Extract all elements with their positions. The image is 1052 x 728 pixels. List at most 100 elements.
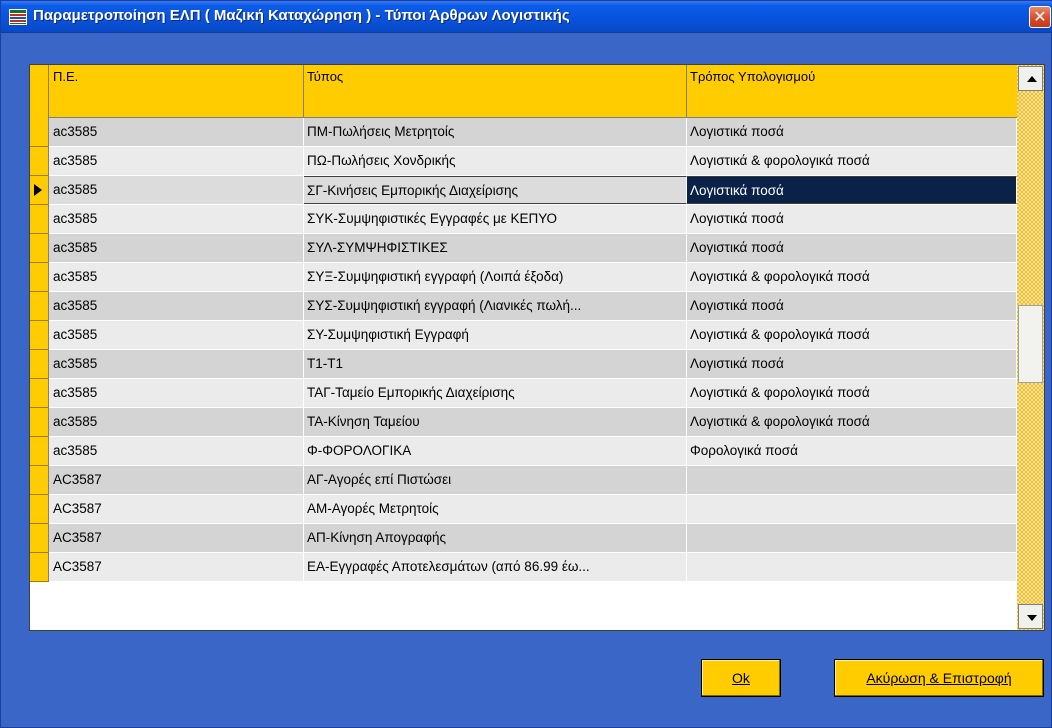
arrow-down-icon (1027, 615, 1037, 621)
cell-pe[interactable]: ac3585 (50, 205, 304, 233)
cell-calc-method[interactable]: Φορολογικά ποσά (687, 437, 1017, 465)
table-row[interactable]: ac3585 Τ1-Τ1 Λογιστικά ποσά (30, 350, 1017, 379)
cell-type[interactable]: ΤΑ-Κίνηση Ταμείου (304, 408, 687, 436)
ok-button-label: Ok (732, 670, 750, 686)
cell-calc-method[interactable] (687, 553, 1017, 581)
cell-calc-method[interactable]: Λογιστικά & φορολογικά ποσά (687, 408, 1017, 436)
row-indicator[interactable] (30, 379, 49, 408)
grid-header: Π.Ε. Τύπος Τρόπος Υπολογισμού (30, 65, 1017, 118)
row-indicator[interactable] (30, 466, 49, 495)
row-indicator[interactable] (30, 205, 49, 234)
cell-type[interactable]: ΣΓ-Κινήσεις Εμπορικής Διαχείρισης (304, 176, 687, 204)
table-row[interactable]: ac3585 ΠΜ-Πωλήσεις Μετρητοίς Λογιστικά ποσ… (30, 118, 1017, 147)
cell-type[interactable]: Φ-ΦΟΡΟΛΟΓΙΚΑ (304, 437, 687, 465)
table-row[interactable]: AC3587 ΕΑ-Εγγραφές Αποτελεσμάτων (από 86.… (30, 553, 1017, 582)
row-indicator[interactable] (30, 408, 49, 437)
cell-pe[interactable]: ac3585 (50, 234, 304, 262)
cell-pe[interactable]: ac3585 (50, 147, 304, 175)
cell-pe[interactable]: ac3585 (50, 176, 304, 204)
row-indicator[interactable] (30, 437, 49, 466)
cell-pe[interactable]: ac3585 (50, 292, 304, 320)
cell-calc-method[interactable]: Λογιστικά & φορολογικά ποσά (687, 379, 1017, 407)
ok-button[interactable]: Ok (701, 659, 781, 697)
scroll-up-button[interactable] (1018, 66, 1043, 91)
cell-type[interactable]: ΠΩ-Πωλήσεις Χονδρικής (304, 147, 687, 175)
table-row[interactable]: ac3585 ΣΥΚ-Συμψηφιστικές Εγγραφές με ΚΕΠΥ… (30, 205, 1017, 234)
row-indicator[interactable] (30, 147, 49, 176)
cell-type[interactable]: ΣΥΞ-Συμψηφιστική εγγραφή (Λοιπά έξοδα) (304, 263, 687, 291)
row-indicator[interactable] (30, 292, 49, 321)
app-icon (9, 9, 27, 25)
cell-pe[interactable]: AC3587 (50, 466, 304, 494)
scroll-thumb[interactable] (1018, 305, 1043, 383)
cell-calc-method[interactable]: Λογιστικά ποσά (687, 118, 1017, 146)
cell-pe[interactable]: ac3585 (50, 437, 304, 465)
header-indicator (30, 65, 49, 118)
row-indicator[interactable] (30, 234, 49, 263)
cell-calc-method[interactable] (687, 495, 1017, 523)
cell-calc-method[interactable]: Λογιστικά & φορολογικά ποσά (687, 147, 1017, 175)
table-row[interactable]: ac3585 ΣΥ-Συμψηφιστική Εγγραφή Λογιστικά &… (30, 321, 1017, 350)
data-grid[interactable]: Π.Ε. Τύπος Τρόπος Υπολογισμού ac3585 ΠΜ-Π… (29, 64, 1045, 631)
row-indicator[interactable] (30, 553, 49, 582)
cell-calc-method[interactable] (687, 524, 1017, 552)
cell-type[interactable]: ΣΥ-Συμψηφιστική Εγγραφή (304, 321, 687, 349)
title-bar[interactable]: Παραμετροποίηση ΕΛΠ ( Μαζική Καταχώρηση … (1, 1, 1052, 33)
cell-pe[interactable]: AC3587 (50, 553, 304, 581)
table-row[interactable]: ac3585 ΣΥΣ-Συμψηφιστική εγγραφή (Λιανικές… (30, 292, 1017, 321)
table-row[interactable]: ac3585 ΣΥΞ-Συμψηφιστική εγγραφή (Λοιπά έξ… (30, 263, 1017, 292)
table-row[interactable]: ac3585 ΣΥΛ-ΣΥΜΨΗΦΙΣΤΙΚΕΣ Λογιστικά ποσά (30, 234, 1017, 263)
table-row[interactable]: AC3587 ΑΓ-Αγορές επί Πιστώσει (30, 466, 1017, 495)
column-header-pe[interactable]: Π.Ε. (50, 65, 304, 118)
cell-type[interactable]: ΤΑΓ-Ταμείο Εμπορικής Διαχείρισης (304, 379, 687, 407)
cell-calc-method[interactable]: Λογιστικά ποσά (687, 350, 1017, 378)
cell-calc-method[interactable]: Λογιστικά & φορολογικά ποσά (687, 321, 1017, 349)
cell-type[interactable]: ΣΥΣ-Συμψηφιστική εγγραφή (Λιανικές πωλή.… (304, 292, 687, 320)
row-indicator[interactable] (30, 495, 49, 524)
cell-calc-method[interactable]: Λογιστικά & φορολογικά ποσά (687, 263, 1017, 291)
cell-type[interactable]: ΣΥΛ-ΣΥΜΨΗΦΙΣΤΙΚΕΣ (304, 234, 687, 262)
cell-type[interactable]: ΠΜ-Πωλήσεις Μετρητοίς (304, 118, 687, 146)
table-row[interactable]: ac3585 ΤΑ-Κίνηση Ταμείου Λογιστικά & φορολ… (30, 408, 1017, 437)
column-header-calc-method[interactable]: Τρόπος Υπολογισμού (687, 65, 1017, 118)
row-indicator[interactable] (30, 350, 49, 379)
row-indicator[interactable] (30, 118, 49, 147)
cell-pe[interactable]: ac3585 (50, 263, 304, 291)
table-row[interactable]: ac3585 ΣΓ-Κινήσεις Εμπορικής Διαχείρισης Λ… (30, 176, 1017, 205)
cell-type[interactable]: ΑΠ-Κίνηση Απογραφής (304, 524, 687, 552)
table-row[interactable]: ac3585 ΠΩ-Πωλήσεις Χονδρικής Λογιστικά & φ… (30, 147, 1017, 176)
row-indicator[interactable] (30, 321, 49, 350)
cell-pe[interactable]: AC3587 (50, 495, 304, 523)
table-row[interactable]: AC3587 ΑΜ-Αγορές Μετρητοίς (30, 495, 1017, 524)
cancel-return-button[interactable]: Ακύρωση & Επιστροφή (834, 659, 1044, 697)
table-row[interactable]: ac3585 Φ-ΦΟΡΟΛΟΓΙΚΑ Φορολογικά ποσά (30, 437, 1017, 466)
cancel-button-label: Ακύρωση & Επιστροφή (866, 670, 1012, 686)
cell-type[interactable]: Τ1-Τ1 (304, 350, 687, 378)
cell-type[interactable]: ΕΑ-Εγγραφές Αποτελεσμάτων (από 86.99 έω.… (304, 553, 687, 581)
row-indicator[interactable] (30, 176, 49, 205)
cell-pe[interactable]: ac3585 (50, 350, 304, 378)
cell-pe[interactable]: ac3585 (50, 408, 304, 436)
cell-calc-method[interactable]: Λογιστικά ποσά (687, 205, 1017, 233)
row-indicator[interactable] (30, 263, 49, 292)
cell-calc-method[interactable]: Λογιστικά ποσά (687, 176, 1017, 204)
table-row[interactable]: AC3587 ΑΠ-Κίνηση Απογραφής (30, 524, 1017, 553)
table-row[interactable]: ac3585 ΤΑΓ-Ταμείο Εμπορικής Διαχείρισης Λο… (30, 379, 1017, 408)
cell-pe[interactable]: AC3587 (50, 524, 304, 552)
current-row-arrow-icon (34, 184, 42, 196)
cell-pe[interactable]: ac3585 (50, 321, 304, 349)
cell-calc-method[interactable]: Λογιστικά ποσά (687, 292, 1017, 320)
arrow-up-icon (1027, 76, 1037, 82)
vertical-scrollbar[interactable] (1017, 65, 1044, 630)
column-header-type[interactable]: Τύπος (304, 65, 687, 118)
cell-pe[interactable]: ac3585 (50, 118, 304, 146)
cell-type[interactable]: ΑΓ-Αγορές επί Πιστώσει (304, 466, 687, 494)
cell-pe[interactable]: ac3585 (50, 379, 304, 407)
cell-calc-method[interactable]: Λογιστικά ποσά (687, 234, 1017, 262)
close-icon[interactable]: ✕ (1029, 6, 1051, 28)
cell-type[interactable]: ΣΥΚ-Συμψηφιστικές Εγγραφές με ΚΕΠΥΟ (304, 205, 687, 233)
scroll-down-button[interactable] (1018, 604, 1043, 629)
cell-calc-method[interactable] (687, 466, 1017, 494)
row-indicator[interactable] (30, 524, 49, 553)
cell-type[interactable]: ΑΜ-Αγορές Μετρητοίς (304, 495, 687, 523)
